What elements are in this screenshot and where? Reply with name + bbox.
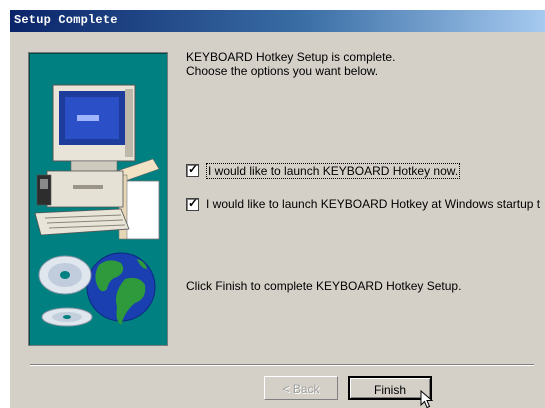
launch-now-checkbox[interactable]: ✓ [186,162,199,177]
launch-startup-checkbox[interactable]: ✓ [186,196,199,211]
arrow-cursor-icon [420,390,434,408]
monitor-icon [52,84,136,172]
button-separator [30,364,534,366]
launch-startup-label[interactable]: I would like to launch KEYBOARD Hotkey a… [206,197,540,211]
window-title: Setup Complete [14,13,118,27]
launch-now-label[interactable]: I would like to launch KEYBOARD Hotkey n… [206,163,461,179]
cd-discs-icon [38,255,93,327]
finish-instruction: Click Finish to complete KEYBOARD Hotkey… [186,279,462,293]
setup-dialog: Setup Complete KEYBOARD Hotkey Setup is … [10,10,545,408]
setup-illustration-panel [28,52,168,346]
back-button[interactable]: < Back [264,376,338,400]
intro-line-1: KEYBOARD Hotkey Setup is complete. [186,50,396,64]
title-bar[interactable]: Setup Complete [10,10,545,32]
computer-and-globe-illustration [34,84,160,327]
launch-startup-option[interactable]: ✓ I would like to launch KEYBOARD Hotkey… [186,196,545,214]
launch-now-option[interactable]: ✓ I would like to launch KEYBOARD Hotkey… [186,162,545,180]
intro-line-2: Choose the options you want below. [186,64,379,78]
checkmark-icon: ✓ [188,162,199,176]
globe-icon [86,252,156,325]
computer-base-icon [34,170,130,236]
checkmark-icon: ✓ [188,196,199,210]
